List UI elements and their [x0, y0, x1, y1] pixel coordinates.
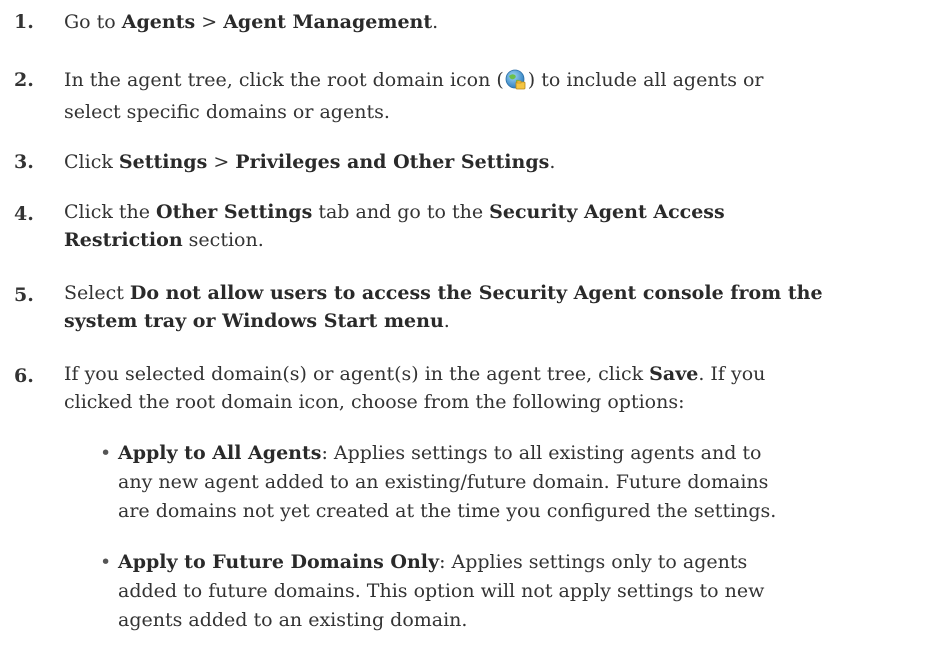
bullet: •	[100, 442, 112, 464]
bullet: •	[100, 551, 112, 573]
root-domain-globe-icon	[505, 69, 526, 90]
option-text: Apply to All Agents: Applies settings to…	[118, 442, 777, 522]
instructions-document: 1. Go to Agents > Agent Management. 2. I…	[0, 0, 928, 648]
menu-privileges-and-other-settings: Privileges and Other Settings	[235, 151, 550, 173]
step-text: If you selected domain(s) or agent(s) in…	[64, 363, 766, 413]
tab-other-settings: Other Settings	[156, 201, 313, 223]
option-text: Apply to Future Domains Only: Applies se…	[118, 551, 765, 631]
step-number: 1.	[14, 11, 34, 33]
step-text: Go to Agents > Agent Management.	[64, 11, 439, 33]
step-number: 2.	[14, 69, 34, 91]
step-text: In the agent tree, click the root domain…	[64, 69, 764, 123]
step-number: 5.	[14, 284, 34, 306]
step-text: Select Do not allow users to access the …	[64, 282, 823, 332]
menu-agent-management: Agent Management	[223, 11, 433, 33]
section-security-agent-access-restriction: Security Agent Access	[489, 201, 725, 223]
step-text: Click the Other Settings tab and go to t…	[64, 201, 725, 251]
save-button-reference: Save	[649, 363, 699, 385]
step-number: 3.	[14, 151, 34, 173]
option-do-not-allow-access: Do not allow users to access the Securit…	[129, 282, 823, 304]
step-number: 6.	[14, 365, 34, 387]
step-number: 4.	[14, 203, 34, 225]
menu-settings: Settings	[118, 151, 208, 173]
menu-agents: Agents	[121, 11, 196, 33]
step-text: Click Settings > Privileges and Other Se…	[64, 151, 556, 173]
